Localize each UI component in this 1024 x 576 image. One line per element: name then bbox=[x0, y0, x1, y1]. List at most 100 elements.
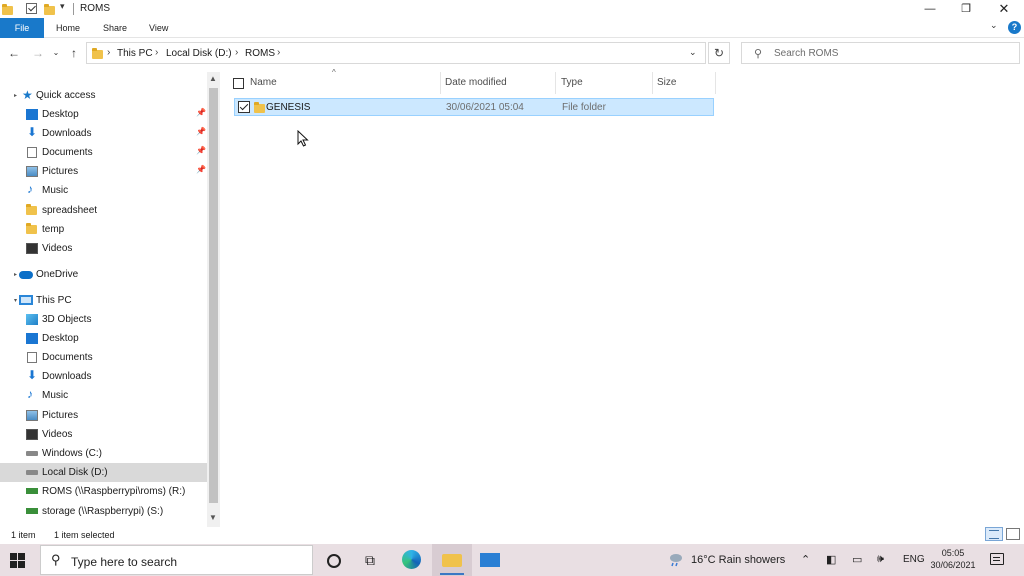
navigation-bar: ← → ⌄ ↑ › This PC › Local Disk (D:) › RO… bbox=[0, 40, 1024, 66]
desktop-icon bbox=[26, 109, 38, 120]
breadcrumb-this-pc[interactable]: This PC bbox=[117, 48, 153, 59]
sidebar-item-videos-pc[interactable]: Videos bbox=[0, 425, 207, 444]
chevron-down-icon[interactable]: ▸ bbox=[14, 92, 17, 99]
close-button[interactable]: ✕ bbox=[986, 0, 1022, 18]
sidebar-item-desktop-pc[interactable]: Desktop bbox=[0, 329, 207, 348]
address-bar[interactable]: › This PC › Local Disk (D:) › ROMS › ⌄ bbox=[86, 42, 706, 64]
weather-status[interactable]: 16°C Rain showers bbox=[691, 554, 785, 566]
column-header-date-modified[interactable]: Date modified bbox=[445, 72, 556, 94]
sidebar-item-desktop[interactable]: Desktop 📌 bbox=[0, 105, 207, 124]
sidebar-item-pictures[interactable]: Pictures 📌 bbox=[0, 162, 207, 181]
sidebar-item-onedrive[interactable]: ▸ OneDrive bbox=[0, 265, 207, 284]
help-icon[interactable]: ? bbox=[1008, 21, 1021, 34]
windows-start-icon[interactable] bbox=[10, 553, 26, 569]
chevron-up-icon[interactable]: ▲ bbox=[209, 74, 217, 83]
file-explorer-icon[interactable] bbox=[440, 550, 464, 570]
column-header-name[interactable]: Name bbox=[250, 72, 441, 94]
sidebar-item-windows-c[interactable]: Windows (C:) bbox=[0, 444, 207, 463]
item-count: 1 item bbox=[11, 530, 36, 540]
sidebar-item-quick-access[interactable]: ▸ ★ Quick access bbox=[0, 86, 207, 105]
chevron-down-icon[interactable]: ▾ bbox=[14, 297, 17, 304]
minimize-button[interactable]: — bbox=[912, 0, 948, 18]
sidebar-item-temp[interactable]: temp bbox=[0, 220, 207, 239]
pin-icon[interactable]: 📌 bbox=[196, 165, 206, 174]
tab-file[interactable]: File bbox=[0, 18, 44, 38]
language-indicator[interactable]: ENG bbox=[903, 554, 925, 565]
folder-icon bbox=[2, 2, 16, 16]
sidebar-item-label: Documents bbox=[42, 147, 93, 158]
task-view-icon[interactable]: ⧉ bbox=[359, 550, 381, 570]
sidebar-item-local-disk-d[interactable]: Local Disk (D:) bbox=[0, 463, 207, 482]
tab-share[interactable]: Share bbox=[103, 18, 127, 38]
videos-icon bbox=[26, 243, 38, 254]
network-icon[interactable]: ▭ bbox=[852, 553, 862, 566]
notifications-icon[interactable] bbox=[990, 553, 1004, 565]
search-placeholder: Search ROMS bbox=[774, 48, 839, 59]
breadcrumb-roms[interactable]: ROMS bbox=[245, 48, 275, 59]
volume-icon[interactable]: 🕪 bbox=[877, 553, 884, 566]
tab-view[interactable]: View bbox=[149, 18, 168, 38]
pin-icon[interactable]: 📌 bbox=[196, 127, 206, 136]
sidebar-item-documents[interactable]: Documents 📌 bbox=[0, 143, 207, 162]
sidebar-item-pictures-pc[interactable]: Pictures bbox=[0, 406, 207, 425]
folder-icon bbox=[26, 204, 38, 217]
videos-icon bbox=[26, 429, 38, 440]
sidebar-item-storage-s[interactable]: storage (\\Raspberrypi) (S:) bbox=[0, 502, 207, 521]
pin-icon[interactable]: 📌 bbox=[196, 108, 206, 117]
breadcrumb-local-disk[interactable]: Local Disk (D:) bbox=[166, 48, 232, 59]
drive-icon bbox=[26, 470, 38, 475]
file-row[interactable]: GENESIS 30/06/2021 05:04 File folder bbox=[234, 98, 714, 116]
sidebar-item-downloads[interactable]: ⬇ Downloads 📌 bbox=[0, 124, 207, 143]
file-date-modified: 30/06/2021 05:04 bbox=[446, 102, 524, 113]
column-header-size[interactable]: Size bbox=[657, 72, 716, 94]
edge-browser-icon[interactable] bbox=[401, 550, 423, 570]
details-view-icon[interactable] bbox=[985, 527, 1003, 541]
sidebar-item-downloads-pc[interactable]: ⬇ Downloads bbox=[0, 367, 207, 386]
sidebar-item-roms-r[interactable]: ROMS (\\Raspberrypi\roms) (R:) bbox=[0, 482, 207, 501]
breadcrumb-separator: › bbox=[155, 47, 159, 58]
select-all-checkbox[interactable] bbox=[233, 78, 244, 89]
tab-home[interactable]: Home bbox=[56, 18, 80, 38]
expand-ribbon-icon[interactable]: ⌄ bbox=[990, 20, 998, 31]
weather-rain-icon[interactable] bbox=[668, 553, 684, 567]
refresh-icon[interactable]: ↻ bbox=[708, 42, 730, 64]
new-folder-icon[interactable] bbox=[44, 2, 58, 16]
chevron-down-icon[interactable]: ⌄ bbox=[689, 47, 697, 58]
sidebar-item-label: spreadsheet bbox=[42, 205, 98, 216]
recent-locations-icon[interactable]: ⌄ bbox=[48, 44, 64, 62]
sidebar-scrollbar[interactable]: ▲ ▼ bbox=[207, 72, 220, 527]
scrollbar-thumb[interactable] bbox=[209, 88, 218, 503]
mail-icon[interactable] bbox=[479, 550, 501, 570]
sidebar-item-music-pc[interactable]: ♪ Music bbox=[0, 386, 207, 405]
sidebar-item-label: Quick access bbox=[36, 90, 96, 101]
sidebar-item-spreadsheet[interactable]: spreadsheet bbox=[0, 201, 207, 220]
pin-icon[interactable]: 📌 bbox=[196, 146, 206, 155]
sidebar-item-music[interactable]: ♪ Music bbox=[0, 181, 207, 200]
column-header-type[interactable]: Type bbox=[561, 72, 653, 94]
large-icons-view-icon[interactable] bbox=[1006, 528, 1020, 540]
chevron-right-icon[interactable]: ▸ bbox=[14, 271, 17, 278]
customize-quick-access-icon[interactable]: ▾ bbox=[60, 1, 74, 15]
chevron-down-icon[interactable]: ▼ bbox=[209, 513, 217, 522]
chevron-up-icon[interactable]: ⌃ bbox=[801, 553, 810, 566]
search-input[interactable]: ⚲ Search ROMS bbox=[741, 42, 1020, 64]
row-checkbox[interactable] bbox=[238, 101, 250, 113]
clock[interactable]: 05:05 30/06/2021 bbox=[930, 547, 976, 571]
sidebar-item-3d-objects[interactable]: 3D Objects bbox=[0, 310, 207, 329]
music-icon: ♪ bbox=[27, 387, 33, 401]
up-arrow-icon[interactable]: ↑ bbox=[66, 44, 82, 62]
sidebar-item-documents-pc[interactable]: Documents bbox=[0, 348, 207, 367]
back-arrow-icon[interactable]: ← bbox=[6, 44, 22, 62]
meet-now-icon[interactable]: ◧ bbox=[826, 553, 836, 566]
cortana-icon[interactable] bbox=[322, 550, 344, 570]
properties-checkbox-icon[interactable] bbox=[26, 3, 37, 14]
sidebar-item-label: Local Disk (D:) bbox=[42, 467, 108, 478]
taskbar-search-placeholder: Type here to search bbox=[71, 555, 178, 569]
taskbar-search-box[interactable]: ⚲ Type here to search bbox=[40, 545, 313, 575]
search-icon: ⚲ bbox=[754, 48, 763, 60]
sidebar-item-this-pc[interactable]: ▾ This PC bbox=[0, 291, 207, 310]
sidebar-item-label: ROMS (\\Raspberrypi\roms) (R:) bbox=[42, 486, 186, 497]
forward-arrow-icon[interactable]: → bbox=[30, 44, 46, 62]
restore-button[interactable]: ❐ bbox=[948, 0, 984, 18]
sidebar-item-videos[interactable]: Videos bbox=[0, 239, 207, 258]
